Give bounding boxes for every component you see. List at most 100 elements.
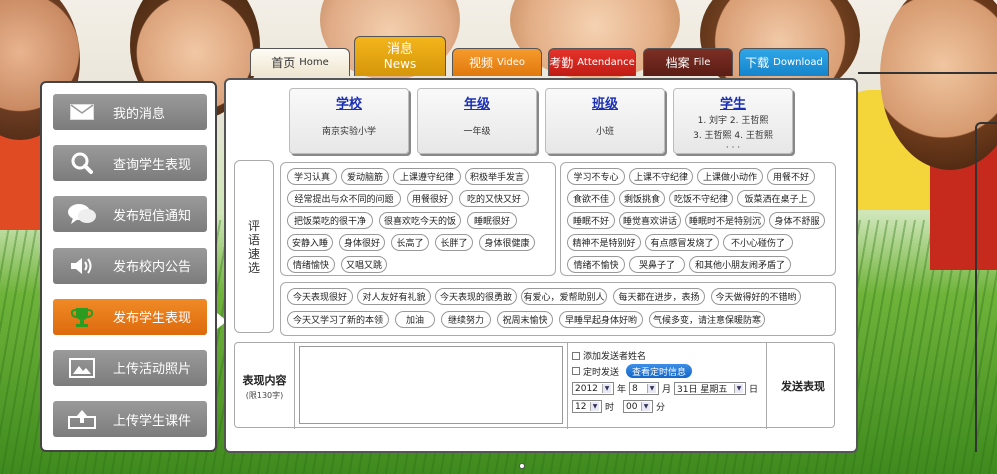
comment-chip[interactable]: 经常提出与众不同的问题 xyxy=(287,190,401,207)
tab-video[interactable]: 视频 Video xyxy=(452,48,542,76)
menu-label: 查询学生表现 xyxy=(113,157,192,173)
tab-download[interactable]: 下载 Download xyxy=(739,48,829,76)
comment-chip[interactable]: 吃饭不守纪律 xyxy=(669,190,733,207)
comment-chip[interactable]: 用餐不好 xyxy=(767,168,815,185)
comment-chip[interactable]: 很喜欢吃今天的饭 xyxy=(379,212,461,229)
menu-item-my-messages[interactable]: 我的消息 xyxy=(53,94,207,130)
performance-content-textarea[interactable] xyxy=(299,346,563,424)
tab-home[interactable]: 首页 Home xyxy=(250,48,350,76)
comment-chip[interactable]: 每天都在进步，表扬 xyxy=(613,288,705,305)
envelope-icon xyxy=(53,104,111,120)
category-grade[interactable]: 年级 一年级 xyxy=(417,88,537,154)
menu-item-upload-photos[interactable]: 上传活动照片 xyxy=(53,349,207,386)
minute-select[interactable]: 00 ▼ xyxy=(623,400,654,413)
comment-chip[interactable]: 今天又学习了新的本领 xyxy=(287,311,389,328)
category-title: 学生 xyxy=(719,97,746,112)
send-performance-button[interactable]: 发送表现 xyxy=(771,343,835,429)
add-sender-option: 添加发送者姓名 xyxy=(572,349,646,362)
comment-chip[interactable]: 睡觉喜欢讲话 xyxy=(619,212,681,229)
comment-chip[interactable]: 身体很好 xyxy=(339,234,385,251)
comment-chip[interactable]: 今天做得好的不错哟 xyxy=(711,288,801,305)
tab-label: 消息 xyxy=(386,41,413,57)
vlabel-char: 语 xyxy=(247,232,260,247)
category-class[interactable]: 班级 小班 xyxy=(545,88,665,154)
category-title: 学校 xyxy=(335,97,362,112)
image-icon xyxy=(53,357,111,378)
view-schedule-button[interactable]: 查看定时信息 xyxy=(626,364,693,378)
upload-icon xyxy=(53,409,111,430)
comment-chip[interactable]: 身体很健康 xyxy=(479,234,535,251)
comment-chip[interactable]: 睡眠不好 xyxy=(567,212,615,229)
comment-chip[interactable]: 情绪愉快 xyxy=(287,256,335,273)
tab-file[interactable]: 档案 File xyxy=(643,48,733,76)
scheduled-send-label: 定时发送 xyxy=(583,367,620,378)
comment-chip[interactable]: 上课遵守纪律 xyxy=(393,168,461,185)
comment-chip[interactable]: 睡眠很好 xyxy=(467,212,517,229)
comment-chip[interactable]: 情绪不愉快 xyxy=(567,256,625,273)
menu-item-query-performance[interactable]: 查询学生表现 xyxy=(53,145,207,182)
logo-fragment xyxy=(50,458,150,474)
comment-chip[interactable]: 今天表现的很勇敢 xyxy=(435,288,517,305)
comment-chip[interactable]: 安静入睡 xyxy=(287,234,333,251)
tab-sublabel: News xyxy=(383,56,417,71)
day-select[interactable]: 31日 星期五 ▼ xyxy=(674,382,747,395)
year-unit: 年 xyxy=(617,385,627,395)
comment-chip[interactable]: 和其他小朋友闹矛盾了 xyxy=(689,256,791,273)
comment-chip[interactable]: 学习不专心 xyxy=(567,168,625,185)
menu-label: 发布短信通知 xyxy=(113,208,192,224)
comment-chip[interactable]: 继续努力 xyxy=(441,311,491,328)
comment-chip[interactable]: 吃的又快又好 xyxy=(459,190,529,207)
comment-chip[interactable]: 今天表现很好 xyxy=(287,288,353,305)
comment-chip[interactable]: 饭菜洒在桌子上 xyxy=(737,190,815,207)
comment-chip[interactable]: 有爱心，爱帮助别人 xyxy=(521,288,607,305)
comment-chip[interactable]: 祝周末愉快 xyxy=(497,311,553,328)
comment-chip[interactable]: 长高了 xyxy=(391,234,429,251)
menu-label: 发布学生表现 xyxy=(113,311,192,327)
comment-chip[interactable]: 上课不守纪律 xyxy=(629,168,693,185)
menu-item-announcement[interactable]: 发布校内公告 xyxy=(53,247,207,284)
comment-chip[interactable]: 气候多变，请注意保暖防寒 xyxy=(649,311,765,328)
menu-item-publish-performance[interactable]: 发布学生表现 xyxy=(53,298,207,335)
comment-chip[interactable]: 早睡早起身体好哟 xyxy=(559,311,643,328)
year-select[interactable]: 2012 ▼ xyxy=(572,382,614,395)
menu-item-upload-courseware[interactable]: 上传学生课件 xyxy=(53,401,207,438)
comment-chip[interactable]: 睡眠时不是特别沉 xyxy=(685,212,765,229)
comment-chip[interactable]: 用餐很好 xyxy=(407,190,453,207)
search-icon xyxy=(53,152,111,175)
comment-chip[interactable]: 加油 xyxy=(395,311,435,328)
tab-attendance[interactable]: 考勤 Attendance xyxy=(548,48,636,76)
comment-chip[interactable]: 有点感冒发烧了 xyxy=(645,234,719,251)
comment-chip[interactable]: 食欲不佳 xyxy=(567,190,615,207)
menu-label: 上传活动照片 xyxy=(113,362,192,378)
comment-chip[interactable]: 上课做小动作 xyxy=(697,168,763,185)
divider-line xyxy=(858,72,997,74)
year-value: 2012 xyxy=(575,383,598,394)
tab-news[interactable]: 消息 News xyxy=(354,36,446,76)
tab-sublabel: Attendance xyxy=(577,57,635,68)
month-select[interactable]: 8 ▼ xyxy=(629,382,660,395)
comment-chip[interactable]: 哭鼻子了 xyxy=(629,256,685,273)
comment-chip[interactable]: 学习认真 xyxy=(287,168,337,185)
send-options: 添加发送者姓名 定时发送 查看定时信息 2012 ▼ 年 8 ▼ 月 31日 星期五… xyxy=(567,343,767,429)
category-school[interactable]: 学校 南京实验小学 xyxy=(289,88,409,154)
tab-sublabel: Download xyxy=(773,57,823,68)
category-student[interactable]: 学生 1. 刘宇 2. 王哲熙 3. 王哲熙 4. 王哲熙 · · · xyxy=(673,88,793,154)
hour-select[interactable]: 12 ▼ xyxy=(572,400,602,413)
comment-chip[interactable]: 精神不是特别好 xyxy=(567,234,641,251)
add-sender-checkbox[interactable] xyxy=(572,351,580,360)
comment-chip[interactable]: 又唱又跳 xyxy=(341,256,387,273)
comment-chip[interactable]: 把饭菜吃的很干净 xyxy=(287,212,373,229)
comment-chip[interactable]: 长胖了 xyxy=(435,234,473,251)
content-limit-hint: (限130字) xyxy=(245,390,284,400)
comment-chip[interactable]: 身体不舒服 xyxy=(769,212,825,229)
comment-chip[interactable]: 对人友好有礼貌 xyxy=(357,288,431,305)
comment-chip[interactable]: 不小心碰伤了 xyxy=(723,234,793,251)
comment-chip[interactable]: 爱动脑筋 xyxy=(341,168,389,185)
comment-chip[interactable]: 剩饭挑食 xyxy=(619,190,665,207)
category-title: 班级 xyxy=(591,97,618,112)
comment-chip[interactable]: 积极举手发言 xyxy=(465,168,529,185)
menu-item-sms-notice[interactable]: 发布短信通知 xyxy=(53,196,207,233)
scheduled-send-checkbox[interactable] xyxy=(572,367,580,375)
vlabel-char: 选 xyxy=(247,260,260,275)
month-value: 8 xyxy=(632,383,638,394)
